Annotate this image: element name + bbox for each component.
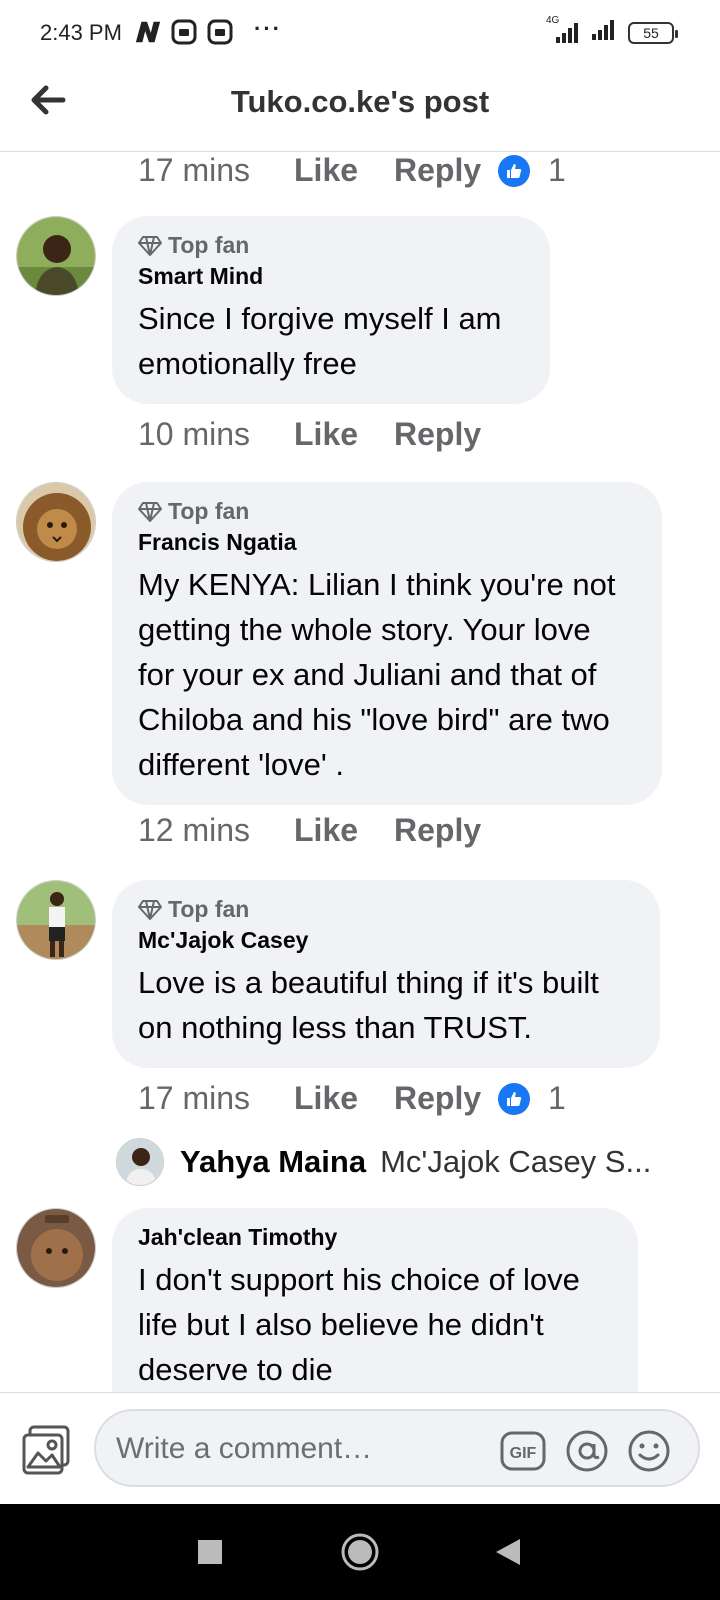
comment-bubble[interactable]: Top fan Smart Mind Since I forgive mysel…: [112, 216, 550, 404]
comment-time: 12 mins: [138, 812, 251, 848]
photo-icon: [22, 1425, 70, 1475]
reply-button[interactable]: Reply: [394, 152, 498, 189]
comment-author[interactable]: Francis Ngatia: [138, 529, 636, 556]
comment-time: 17 mins: [138, 152, 251, 188]
top-fan-badge: Top fan: [138, 896, 634, 923]
gif-button[interactable]: GIF: [500, 1429, 546, 1473]
comment-bubble[interactable]: Top fan Francis Ngatia My KENYA: Lilian …: [112, 482, 662, 805]
comment-line: for your ex and Juliani and that of: [138, 657, 597, 692]
comment-input-container: GIF: [94, 1409, 700, 1487]
reaction-summary[interactable]: 1: [498, 1080, 566, 1117]
gif-icon: GIF: [500, 1431, 546, 1471]
system-navigation-bar: [0, 1504, 720, 1600]
comment-line: deserve to die: [138, 1352, 333, 1387]
comment-line: Love is a beautiful thing if it's built: [138, 965, 599, 1000]
photo-button[interactable]: [20, 1423, 74, 1477]
more-notifications-icon: ···: [254, 16, 282, 41]
comment-text: My KENYA: Lilian I think you're not gett…: [138, 562, 636, 787]
comment-line: My KENYA: Lilian I think you're not: [138, 567, 616, 602]
comment-bubble[interactable]: Top fan Mc'Jajok Casey Love is a beautif…: [112, 880, 660, 1068]
app-n-icon: [134, 18, 162, 46]
comment-bubble[interactable]: Jah'clean Timothy I don't support his ch…: [112, 1208, 638, 1392]
diamond-icon: [138, 235, 162, 256]
battery-icon: 55: [628, 21, 678, 44]
svg-text:GIF: GIF: [510, 1445, 537, 1462]
comment-line: on nothing less than TRUST.: [138, 1010, 533, 1045]
signal-icon: [590, 18, 618, 47]
reaction-summary[interactable]: 1: [498, 152, 566, 189]
status-time: 2:43 PM: [40, 20, 122, 45]
circle-icon: [341, 1533, 379, 1571]
reply-button[interactable]: Reply: [394, 1080, 498, 1117]
comments-list[interactable]: 17 mins Like Reply 1 Top fan Smart Mind …: [0, 152, 720, 1392]
comment-line: Since I forgive myself I am: [138, 301, 502, 336]
emoji-button[interactable]: [626, 1429, 672, 1473]
comment-time: 10 mins: [138, 416, 251, 452]
comment-line: emotionally free: [138, 346, 357, 381]
comment-text: Love is a beautiful thing if it's built …: [138, 960, 634, 1050]
badge-label: Top fan: [168, 498, 250, 524]
comment-actions: 12 mins Like Reply: [138, 812, 498, 849]
comment-author[interactable]: Mc'Jajok Casey: [138, 927, 634, 954]
app-notification-icon: [170, 18, 198, 46]
comment-input[interactable]: [116, 1425, 496, 1473]
at-mention-icon: [566, 1430, 608, 1472]
reply-preview[interactable]: Yahya Maina Mc'Jajok Casey S...: [116, 1138, 651, 1186]
reply-snippet: Mc'Jajok Casey S...: [380, 1144, 652, 1179]
comment-text: I don't support his choice of love life …: [138, 1257, 612, 1392]
comment-line: getting the whole story. Your love: [138, 612, 591, 647]
badge-label: Top fan: [168, 232, 250, 258]
triangle-back-icon: [496, 1539, 520, 1565]
like-button[interactable]: Like: [294, 152, 394, 189]
signal-4g-icon: 4G: [546, 15, 580, 45]
comment-text: Since I forgive myself I am emotionally …: [138, 296, 524, 386]
comment-actions: 17 mins Like Reply 1: [138, 152, 566, 189]
status-bar: 2:43 PM ··· 4G 55: [0, 0, 720, 68]
reply-button[interactable]: Reply: [394, 416, 498, 453]
top-app-bar: Tuko.co.ke's post: [0, 68, 720, 152]
reaction-count: 1: [548, 152, 566, 188]
notification-icons: [134, 18, 234, 46]
diamond-icon: [138, 501, 162, 522]
comment-line: I don't support his choice of love: [138, 1262, 580, 1297]
page-title: Tuko.co.ke's post: [230, 84, 490, 119]
square-icon: [198, 1540, 222, 1564]
reply-button[interactable]: Reply: [394, 812, 498, 849]
comment-line: Chiloba and his "love bird" are two: [138, 702, 610, 737]
comment-author[interactable]: Smart Mind: [138, 263, 524, 290]
system-icons: 4G 55: [546, 15, 678, 47]
avatar[interactable]: [16, 880, 96, 960]
like-button[interactable]: Like: [294, 1080, 394, 1117]
reply-author[interactable]: Yahya Maina: [180, 1144, 366, 1180]
recents-button[interactable]: [190, 1532, 230, 1572]
badge-label: Top fan: [168, 896, 250, 922]
back-nav-button[interactable]: [488, 1532, 528, 1572]
like-button[interactable]: Like: [294, 812, 394, 849]
comment-actions: 10 mins Like Reply: [138, 416, 498, 453]
comment-time: 17 mins: [138, 1080, 251, 1116]
comment-author[interactable]: Jah'clean Timothy: [138, 1224, 612, 1251]
comment-line: life but I also believe he didn't: [138, 1307, 544, 1342]
app-notification-icon: [206, 18, 234, 46]
diamond-icon: [138, 899, 162, 920]
reaction-count: 1: [548, 1080, 566, 1116]
like-button[interactable]: Like: [294, 416, 394, 453]
comment-actions: 17 mins Like Reply 1: [138, 1080, 566, 1117]
comment-line: different 'love' .: [138, 747, 344, 782]
avatar[interactable]: [16, 1208, 96, 1288]
avatar[interactable]: [16, 482, 96, 562]
mention-button[interactable]: [564, 1429, 610, 1473]
smiley-icon: [628, 1430, 670, 1472]
home-button[interactable]: [336, 1528, 384, 1576]
like-reaction-icon: [498, 154, 530, 187]
top-fan-badge: Top fan: [138, 498, 636, 525]
top-fan-badge: Top fan: [138, 232, 524, 259]
avatar[interactable]: [16, 216, 96, 296]
like-reaction-icon: [498, 1082, 530, 1115]
reply-avatar[interactable]: [116, 1138, 164, 1186]
comment-composer: GIF: [0, 1392, 720, 1504]
